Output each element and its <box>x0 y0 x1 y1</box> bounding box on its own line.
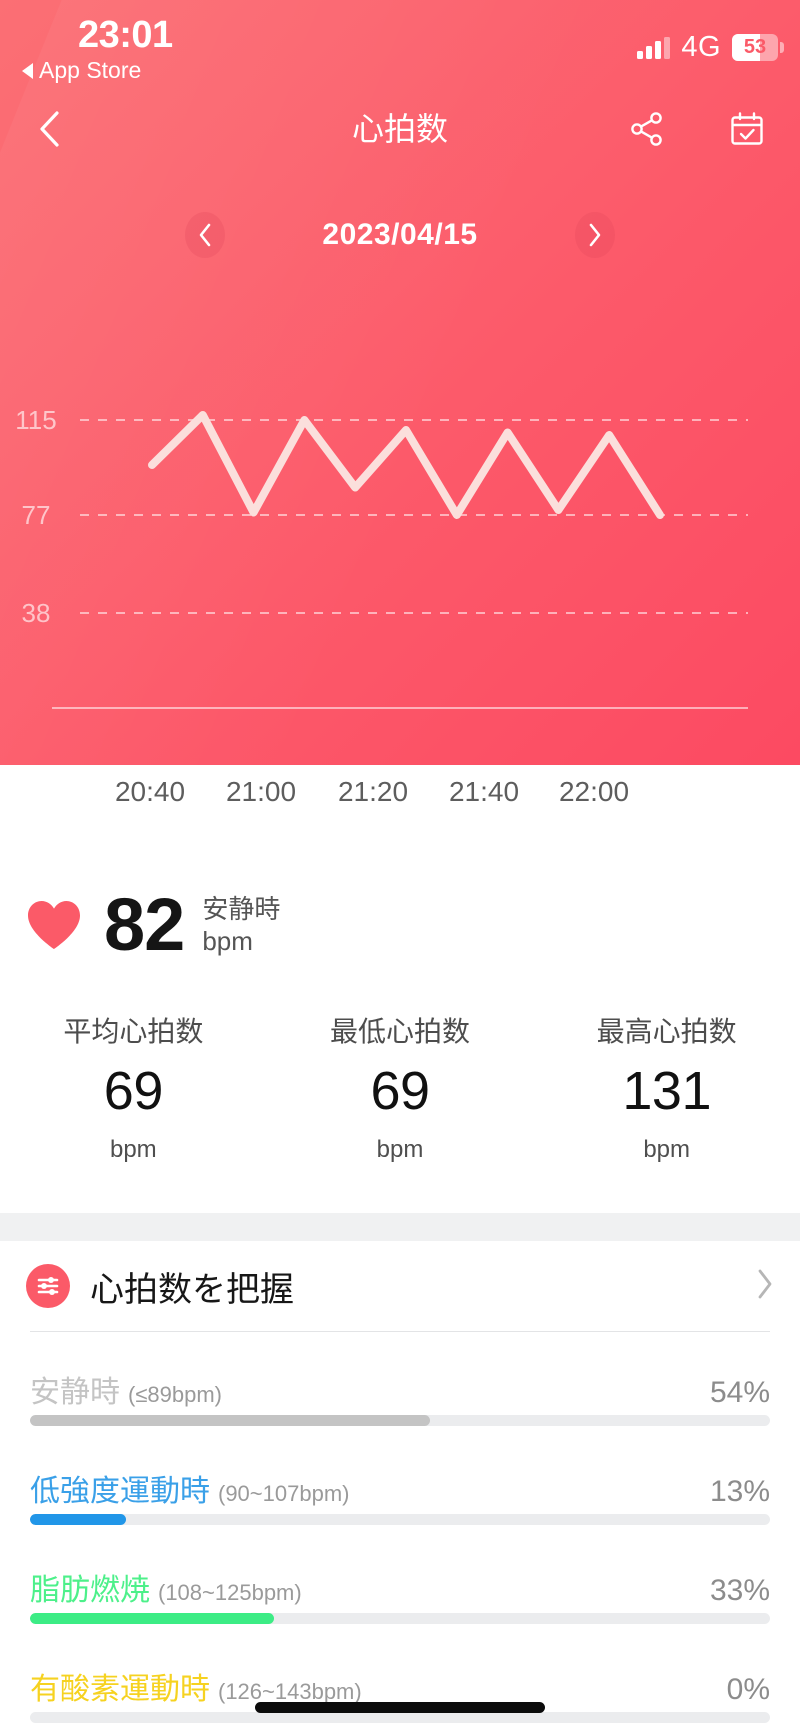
resting-heart-rate-caption: 安静時 bpm <box>202 893 280 958</box>
heart-rate-zone-list: 安静時 (≤89bpm) 54% 低強度運動時 (90~107bpm) 13% … <box>0 1345 800 1731</box>
resting-heart-rate-value: 82 <box>104 883 185 966</box>
chart-y-axis-labels: 115 77 38 <box>15 405 56 628</box>
zone-percent: 33% <box>709 1574 770 1607</box>
stat-average: 平均心拍数 69 bpm <box>0 1010 267 1164</box>
sliders-icon-svg <box>37 1277 59 1295</box>
zone-header-separator <box>30 1331 770 1332</box>
hero-panel: 23:01 App Store 4G 53 心拍数 2023/04/15 115… <box>0 0 800 765</box>
stat-value: 69 <box>370 1061 430 1121</box>
heart-rate-stats-row: 平均心拍数 69 bpm 最低心拍数 69 bpm 最高心拍数 131 bpm <box>0 1010 800 1164</box>
stat-label: 最低心拍数 <box>330 1016 471 1047</box>
zone-row-text: 脂肪燃焼 (108~125bpm) 33% <box>30 1543 770 1609</box>
sliders-icon <box>26 1264 70 1308</box>
heart-icon <box>26 899 82 951</box>
calendar-icon <box>731 112 763 145</box>
heart-rate-screen: 23:01 App Store 4G 53 心拍数 2023/04/15 115… <box>0 0 800 1731</box>
stat-unit: bpm <box>376 1136 424 1163</box>
next-day-button[interactable] <box>575 212 615 258</box>
return-to-app-store-link[interactable]: App Store <box>22 57 141 84</box>
zone-progress-track <box>30 1613 770 1624</box>
return-app-label: App Store <box>39 57 142 83</box>
zone-percent: 13% <box>709 1475 770 1508</box>
zone-progress-fill <box>30 1613 275 1624</box>
zone-row-text: 安静時 (≤89bpm) 54% <box>30 1345 770 1411</box>
zone-percent: 54% <box>709 1376 770 1409</box>
zone-name: 脂肪燃焼 <box>30 1574 150 1607</box>
zone-progress-track <box>30 1514 770 1525</box>
zone-name: 安静時 <box>30 1376 120 1409</box>
zone-progress-fill <box>30 1514 127 1525</box>
zone-row-aerobic: 有酸素運動時 (126~143bpm) 0% <box>0 1642 800 1731</box>
stat-value: 131 <box>622 1061 711 1121</box>
status-bar-indicators: 4G 53 <box>637 31 784 64</box>
zone-range: (≤89bpm) <box>128 1382 222 1407</box>
stat-maximum: 最高心拍数 131 bpm <box>533 1010 800 1164</box>
zone-range: (108~125bpm) <box>158 1580 302 1605</box>
resting-label: 安静時 <box>202 893 281 924</box>
battery-nub <box>780 42 784 53</box>
stat-unit: bpm <box>643 1136 691 1163</box>
stat-label: 最高心拍数 <box>596 1016 737 1047</box>
x-axis-tick: 21:00 <box>225 776 297 807</box>
zone-range: (90~107bpm) <box>218 1481 350 1506</box>
chart-baseline <box>52 707 748 709</box>
section-divider <box>0 1213 800 1241</box>
network-type-label: 4G <box>681 31 721 63</box>
heart-rate-line <box>148 411 664 519</box>
stat-label: 平均心拍数 <box>63 1016 204 1047</box>
stat-value: 69 <box>103 1061 164 1121</box>
zone-row-text: 低強度運動時 (90~107bpm) 13% <box>30 1444 770 1510</box>
page-title: 心拍数 <box>351 111 448 147</box>
y-axis-tick: 115 <box>15 405 56 435</box>
resting-heart-rate-summary: 82 安静時 bpm <box>0 870 800 980</box>
heart-rate-chart-svg: 115 77 38 <box>15 405 748 628</box>
zone-row-low-intensity: 低強度運動時 (90~107bpm) 13% <box>0 1444 800 1543</box>
zone-section-title: 心拍数を把握 <box>90 1270 294 1309</box>
chevron-left-icon <box>199 223 211 247</box>
current-date-label: 2023/04/15 <box>322 218 478 251</box>
zone-progress-track <box>30 1712 770 1723</box>
battery-percent-label: 53 <box>743 36 767 58</box>
previous-day-button[interactable] <box>185 212 225 258</box>
zone-row-fat-burn: 脂肪燃焼 (108~125bpm) 33% <box>0 1543 800 1642</box>
stat-unit: bpm <box>109 1136 157 1163</box>
signal-strength-icon <box>637 36 671 59</box>
y-axis-tick: 38 <box>22 598 51 628</box>
chevron-right-icon <box>758 1269 772 1298</box>
zone-percent: 0% <box>726 1673 770 1706</box>
calendar-button[interactable] <box>724 106 770 152</box>
zone-row-text: 有酸素運動時 (126~143bpm) 0% <box>30 1642 770 1708</box>
chart-x-axis: 20:40 21:00 21:20 21:40 22:00 <box>0 765 800 823</box>
back-triangle-icon <box>22 62 33 79</box>
zone-progress-track <box>30 1415 770 1426</box>
y-axis-tick: 77 <box>22 500 51 530</box>
zone-name: 低強度運動時 <box>30 1475 210 1508</box>
heart-rate-zone-header[interactable]: 心拍数を把握 <box>0 1241 800 1331</box>
home-indicator <box>255 1702 545 1713</box>
date-switcher: 2023/04/15 <box>0 208 800 262</box>
stat-minimum: 最低心拍数 69 bpm <box>267 1010 534 1164</box>
status-bar: 23:01 App Store 4G 53 <box>0 0 800 92</box>
x-axis-tick: 22:00 <box>558 776 630 807</box>
heart-icon-svg <box>28 901 80 949</box>
resting-unit: bpm <box>202 926 253 956</box>
navigation-bar: 心拍数 <box>0 98 800 160</box>
battery-icon: 53 <box>732 34 784 61</box>
status-bar-clock: 23:01 <box>78 14 173 56</box>
zone-row-resting: 安静時 (≤89bpm) 54% <box>0 1345 800 1444</box>
zone-name: 有酸素運動時 <box>30 1673 210 1706</box>
zone-progress-fill <box>30 1415 430 1426</box>
heart-rate-chart: 115 77 38 <box>0 380 800 710</box>
chevron-right-icon <box>589 223 601 247</box>
share-button[interactable] <box>624 106 670 152</box>
zone-section-chevron[interactable] <box>756 1268 774 1305</box>
share-icon <box>631 112 662 146</box>
